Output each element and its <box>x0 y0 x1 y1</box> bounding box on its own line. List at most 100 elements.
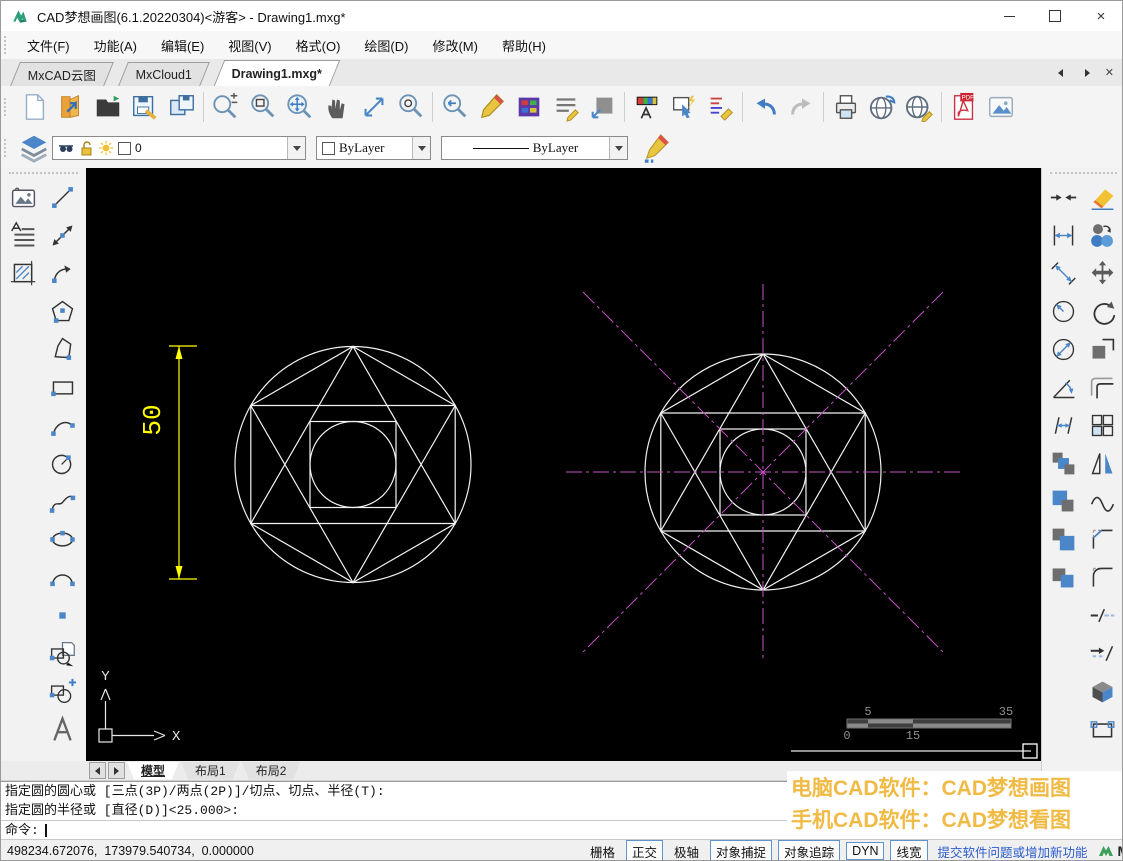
scale-button[interactable] <box>1084 330 1120 368</box>
zoom-scale-button[interactable] <box>355 89 392 125</box>
menu-item-file[interactable]: 文件(F) <box>15 32 82 59</box>
feedback-link[interactable]: 提交软件问题或增加新功能 <box>938 842 1088 861</box>
copy-button[interactable] <box>1084 216 1120 254</box>
close-button[interactable]: × <box>1078 1 1122 31</box>
toggle-lineweight[interactable]: 线宽 <box>890 839 928 860</box>
offset-button[interactable] <box>1084 368 1120 406</box>
menu-item-modify[interactable]: 修改(M) <box>420 32 490 59</box>
quick-select-button[interactable] <box>665 89 702 125</box>
stretch-button[interactable] <box>1084 710 1120 748</box>
hatch-button[interactable] <box>5 254 41 292</box>
draw-color-button[interactable] <box>473 89 510 125</box>
toolbar-grip[interactable] <box>4 36 11 54</box>
tab-mxcad-cloud[interactable]: MxCAD云图 <box>10 62 114 86</box>
tab-scroll-right-button[interactable] <box>1080 65 1095 80</box>
tab-scroll-left-button[interactable] <box>1053 65 1068 80</box>
tab-layout2[interactable]: 布局2 <box>242 762 301 780</box>
sheet-scroll-right-button[interactable] <box>108 762 125 779</box>
spline-edit-button[interactable] <box>1084 482 1120 520</box>
xline-button[interactable] <box>44 216 80 254</box>
zoom-window-button[interactable] <box>244 89 281 125</box>
menu-item-format[interactable]: 格式(O) <box>284 32 353 59</box>
rectangle-button[interactable] <box>44 368 80 406</box>
menu-item-edit[interactable]: 编辑(E) <box>149 32 216 59</box>
text-button[interactable] <box>44 710 80 748</box>
rotate-button[interactable] <box>1084 292 1120 330</box>
line-button[interactable] <box>44 178 80 216</box>
new-file-button[interactable] <box>15 89 52 125</box>
dim-angular-button[interactable] <box>1045 368 1081 406</box>
menu-item-view[interactable]: 视图(V) <box>216 32 283 59</box>
export-pdf-button[interactable]: PDF <box>945 89 982 125</box>
arc-button[interactable] <box>44 558 80 596</box>
menu-item-draw[interactable]: 绘图(D) <box>352 32 420 59</box>
toggle-osnap[interactable]: 对象捕捉 <box>710 839 773 860</box>
tab-layout1[interactable]: 布局1 <box>181 762 240 780</box>
web-publish-button[interactable] <box>864 89 901 125</box>
open-drawing-button[interactable] <box>52 89 89 125</box>
ellipse-button[interactable] <box>44 520 80 558</box>
redo-button[interactable] <box>783 89 820 125</box>
tab-model[interactable]: 模型 <box>127 762 179 780</box>
circle-button[interactable] <box>44 444 80 482</box>
arc-start-button[interactable] <box>44 254 80 292</box>
zoom-extents-button[interactable] <box>281 89 318 125</box>
mirror-button[interactable] <box>1084 444 1120 482</box>
array-button[interactable] <box>1084 406 1120 444</box>
tab-drawing1[interactable]: Drawing1.mxg* <box>214 60 341 86</box>
undo-button[interactable] <box>746 89 783 125</box>
mtext-button[interactable] <box>5 216 41 254</box>
tab-mxcloud1[interactable]: MxCloud1 <box>118 62 211 86</box>
curve-button[interactable] <box>44 406 80 444</box>
zoom-center-button[interactable] <box>392 89 429 125</box>
format-painter-button[interactable] <box>702 89 739 125</box>
dim-continue-button[interactable] <box>1045 406 1081 444</box>
save-button[interactable] <box>126 89 163 125</box>
insert-raster-image-button[interactable] <box>5 178 41 216</box>
dim-radius-button[interactable] <box>1045 292 1081 330</box>
box-3d-button[interactable] <box>1084 672 1120 710</box>
tab-close-button[interactable]: ✕ <box>1105 66 1114 79</box>
fillet-button[interactable] <box>1084 558 1120 596</box>
layer-manager-button[interactable] <box>15 130 52 166</box>
block-insert-button[interactable] <box>44 634 80 672</box>
dim-linear-button[interactable] <box>1045 216 1081 254</box>
text-style-button[interactable] <box>547 89 584 125</box>
color-palette-button[interactable] <box>510 89 547 125</box>
menu-item-help[interactable]: 帮助(H) <box>490 32 558 59</box>
trim-button[interactable] <box>1045 178 1081 216</box>
chamfer-button[interactable] <box>1084 520 1120 558</box>
draw-order-2-button[interactable] <box>1045 482 1081 520</box>
edit-properties-button[interactable] <box>638 130 675 166</box>
block-create-button[interactable] <box>44 672 80 710</box>
minimize-button[interactable] <box>986 1 1032 31</box>
layer-select[interactable]: 0 <box>52 136 306 160</box>
drawing-canvas[interactable]: 50 5 35 0 15 Y X <box>86 168 1041 761</box>
pan-button[interactable] <box>318 89 355 125</box>
web-edit-button[interactable] <box>901 89 938 125</box>
linetype-select[interactable]: ByLayer <box>441 136 628 160</box>
toggle-polar[interactable]: 极轴 <box>669 841 704 861</box>
viewport-button[interactable] <box>584 89 621 125</box>
toggle-ortho[interactable]: 正交 <box>626 839 664 860</box>
insert-image-button[interactable] <box>982 89 1019 125</box>
menu-item-function[interactable]: 功能(A) <box>82 32 149 59</box>
polygon-irregular-button[interactable] <box>44 330 80 368</box>
save-all-button[interactable] <box>163 89 200 125</box>
break-button[interactable] <box>1084 596 1120 634</box>
zoom-previous-button[interactable] <box>436 89 473 125</box>
panel-grip[interactable] <box>9 172 78 177</box>
erase-button[interactable] <box>1084 178 1120 216</box>
spline-button[interactable] <box>44 482 80 520</box>
maximize-button[interactable] <box>1032 1 1078 31</box>
sheet-scroll-left-button[interactable] <box>89 762 106 779</box>
color-select[interactable]: ByLayer <box>316 136 431 160</box>
draw-order-3-button[interactable] <box>1045 520 1081 558</box>
dim-aligned-button[interactable] <box>1045 254 1081 292</box>
polygon-button[interactable] <box>44 292 80 330</box>
toolbar-grip[interactable] <box>4 98 11 116</box>
print-button[interactable] <box>827 89 864 125</box>
draw-order-4-button[interactable] <box>1045 558 1081 596</box>
toggle-grid[interactable]: 栅格 <box>585 841 620 861</box>
toggle-dyn[interactable]: DYN <box>846 842 885 860</box>
